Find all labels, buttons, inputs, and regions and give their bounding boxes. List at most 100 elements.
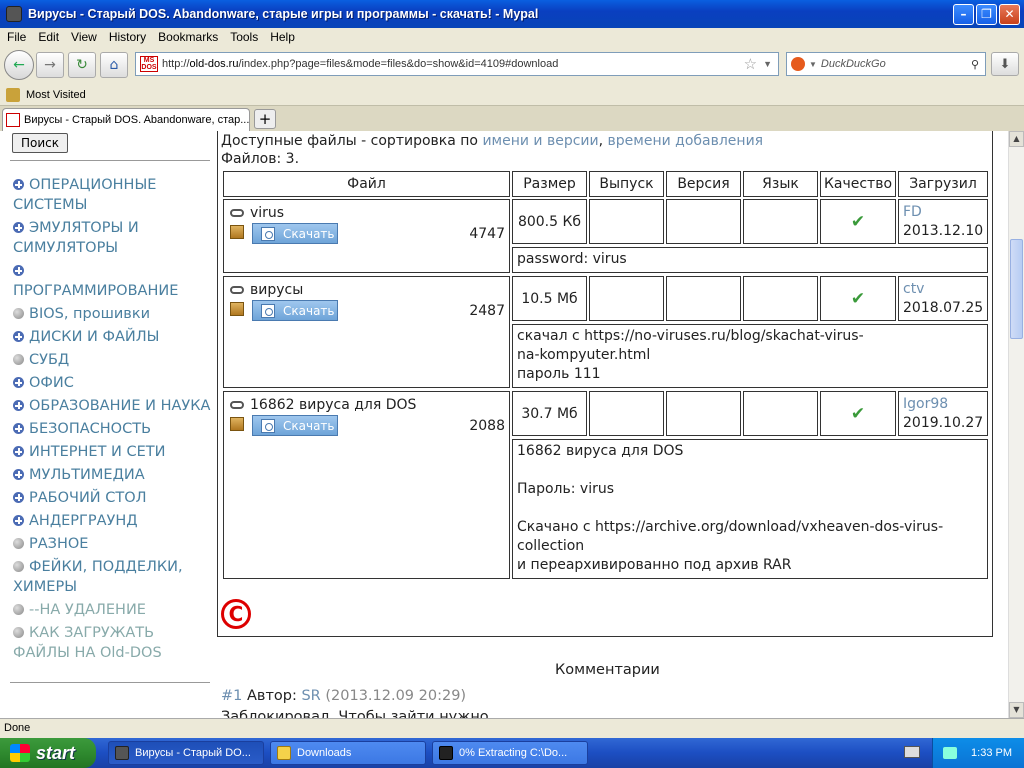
comment-number-link[interactable]: #1 [221,688,242,704]
file-name[interactable]: вирусы [250,282,303,298]
sidebar-item[interactable]: ПРОГРАММИРОВАНИЕ [13,261,213,301]
menu-file[interactable]: File [2,30,31,44]
sidebar-item[interactable]: КАК ЗАГРУЖАТЬ ФАЙЛЫ НА Old-DOS [13,623,213,663]
taskbar-item-downloads[interactable]: Downloads [270,741,426,765]
sidebar-item[interactable]: АНДЕРГРАУНД [13,511,213,531]
bullet-dot-icon [13,308,24,319]
menu-tools[interactable]: Tools [225,30,263,44]
download-disk-icon [261,418,275,433]
minimize-button[interactable]: – [953,3,974,25]
uploader-link[interactable]: FD [903,204,922,220]
site-search-button[interactable]: Поиск [12,133,68,153]
status-text: Done [4,722,31,734]
file-quality: ✔ [820,391,896,436]
available-files-line: Доступные файлы - сортировка по имени и … [221,133,764,149]
link-icon [230,209,244,217]
download-button[interactable]: Скачать [252,223,338,244]
address-url[interactable]: http://old-dos.ru/index.php?page=files&m… [162,58,744,70]
close-button[interactable]: ✕ [999,3,1020,25]
download-button[interactable]: Скачать [252,415,338,436]
file-language [743,199,818,244]
uploader-link[interactable]: Igor98 [903,396,948,412]
page-scrollbar[interactable]: ▲ ▼ [1008,131,1024,718]
search-icon[interactable]: ⚲ [971,58,979,71]
back-arrow-icon: ← [13,57,25,73]
menu-edit[interactable]: Edit [33,30,64,44]
new-tab-button[interactable]: + [254,109,276,129]
link-icon [230,401,244,409]
site-favicon: MS DOS [140,56,158,72]
copyright-icon: C [221,599,251,629]
file-quality: ✔ [820,276,896,321]
uploader-link[interactable]: ctv [903,281,924,297]
scroll-up-icon[interactable]: ▲ [1009,131,1024,147]
sidebar-item[interactable]: ОПЕРАЦИОННЫЕ СИСТЕМЫ [13,175,213,215]
home-icon: ⌂ [109,57,119,73]
menu-history[interactable]: History [104,30,151,44]
keyboard-icon[interactable] [904,746,920,758]
download-disk-icon [261,303,275,318]
file-note: password: virus [512,247,988,273]
sort-by-name-link[interactable]: имени и версии [482,133,598,149]
sort-by-time-link[interactable]: времени добавления [608,133,764,149]
menu-bar: File Edit View History Bookmarks Tools H… [0,28,1024,46]
col-header-release: Выпуск [589,171,664,197]
archive-icon [230,417,244,431]
file-size: 10.5 Мб [512,276,587,321]
sidebar-item[interactable]: ДИСКИ И ФАЙЛЫ [13,327,213,347]
file-name[interactable]: 16862 вируса для DOS [250,397,416,413]
menu-view[interactable]: View [66,30,102,44]
expand-icon [13,265,24,276]
sidebar-item[interactable]: ФЕЙКИ, ПОДДЕЛКИ, ХИМЕРЫ [13,557,213,597]
start-button[interactable]: start [0,738,96,768]
most-visited-icon [6,87,20,102]
taskbar-item-browser[interactable]: Вирусы - Старый DO... [108,741,264,765]
reload-button[interactable]: ↻ [68,52,96,78]
expand-icon [13,179,24,190]
expand-icon [13,446,24,457]
page-viewport: Поиск ОПЕРАЦИОННЫЕ СИСТЕМЫ ЭМУЛЯТОРЫ И С… [0,131,1008,718]
menu-help[interactable]: Help [265,30,300,44]
comment-header: #1 Автор: SR (2013.12.09 20:29) [221,688,467,704]
search-bar[interactable]: ▼ DuckDuckGo ⚲ [786,52,986,76]
most-visited-bookmark[interactable]: Most Visited [26,89,86,101]
sidebar-item[interactable]: РАЗНОЕ [13,534,213,554]
expand-icon [13,492,24,503]
scroll-thumb[interactable] [1010,239,1023,339]
engine-dropdown-icon[interactable]: ▼ [809,60,817,69]
folder-icon [277,746,291,760]
comment-text: Заблокировал. Чтобы зайти нужно [221,709,489,718]
sidebar-item[interactable]: РАБОЧИЙ СТОЛ [13,488,213,508]
download-button[interactable]: Скачать [252,300,338,321]
sidebar-item[interactable]: ОФИС [13,373,213,393]
restore-button[interactable]: ❐ [976,3,997,25]
file-name[interactable]: virus [250,205,284,221]
tab-bar: Вирусы - Старый DOS. Abandonware, стар..… [0,106,1024,131]
taskbar-item-extracting[interactable]: 0% Extracting C:\Do... [432,741,588,765]
home-button[interactable]: ⌂ [100,52,128,78]
sidebar-item[interactable]: BIOS, прошивки [13,304,213,324]
scroll-down-icon[interactable]: ▼ [1009,702,1024,718]
bookmark-star-icon[interactable]: ☆ [744,55,757,73]
reload-icon: ↻ [76,57,88,73]
back-button[interactable]: ← [4,50,34,80]
sidebar-item[interactable]: ИНТЕРНЕТ И СЕТИ [13,442,213,462]
sidebar-item[interactable]: МУЛЬТИМЕДИА [13,465,213,485]
address-bar[interactable]: MS DOS http://old-dos.ru/index.php?page=f… [135,52,779,76]
menu-bookmarks[interactable]: Bookmarks [153,30,223,44]
tab-active[interactable]: Вирусы - Старый DOS. Abandonware, стар..… [2,108,250,131]
network-tray-icon[interactable] [943,747,958,759]
sidebar-item[interactable]: СУБД [13,350,213,370]
forward-arrow-icon: → [44,57,56,73]
sidebar-item[interactable]: ОБРАЗОВАНИЕ И НАУКА [13,396,213,416]
comment-author-link[interactable]: SR [301,688,320,704]
files-count: Файлов: 3. [221,151,300,167]
clock: 1:33 PM [971,747,1012,759]
sidebar-item[interactable]: ЭМУЛЯТОРЫ И СИМУЛЯТОРЫ [13,218,213,258]
forward-button[interactable]: → [36,52,64,78]
url-dropdown-icon[interactable]: ▼ [763,59,772,69]
sidebar-item[interactable]: БЕЗОПАСНОСТЬ [13,419,213,439]
browser-app-icon [6,6,22,22]
sidebar-item[interactable]: --НА УДАЛЕНИЕ [13,600,213,620]
downloads-button[interactable]: ⬇ [991,52,1019,76]
